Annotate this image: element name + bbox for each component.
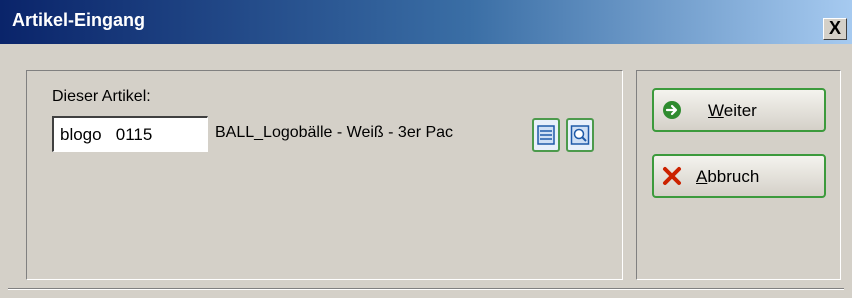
- article-description: BALL_Logobälle - Weiß - 3er Pac: [215, 124, 454, 141]
- close-button[interactable]: X: [823, 18, 847, 40]
- title-bar: Artikel-Eingang X: [0, 0, 852, 44]
- window-title: Artikel-Eingang: [12, 10, 146, 30]
- bottom-divider: [8, 288, 844, 290]
- red-x-icon: [663, 167, 681, 185]
- article-number-input[interactable]: [52, 116, 208, 152]
- list-icon: [537, 125, 555, 145]
- arrow-right-icon: [663, 101, 681, 119]
- abbruch-button[interactable]: Abbruch: [652, 154, 826, 198]
- article-label: Dieser Artikel:: [52, 88, 151, 105]
- search-button[interactable]: [566, 118, 594, 152]
- weiter-label: Weiter: [708, 101, 757, 120]
- search-icon: [570, 125, 590, 145]
- list-button[interactable]: [532, 118, 560, 152]
- abbruch-label: Abbruch: [696, 167, 760, 186]
- close-icon: X: [828, 18, 841, 38]
- weiter-button[interactable]: Weiter: [652, 88, 826, 132]
